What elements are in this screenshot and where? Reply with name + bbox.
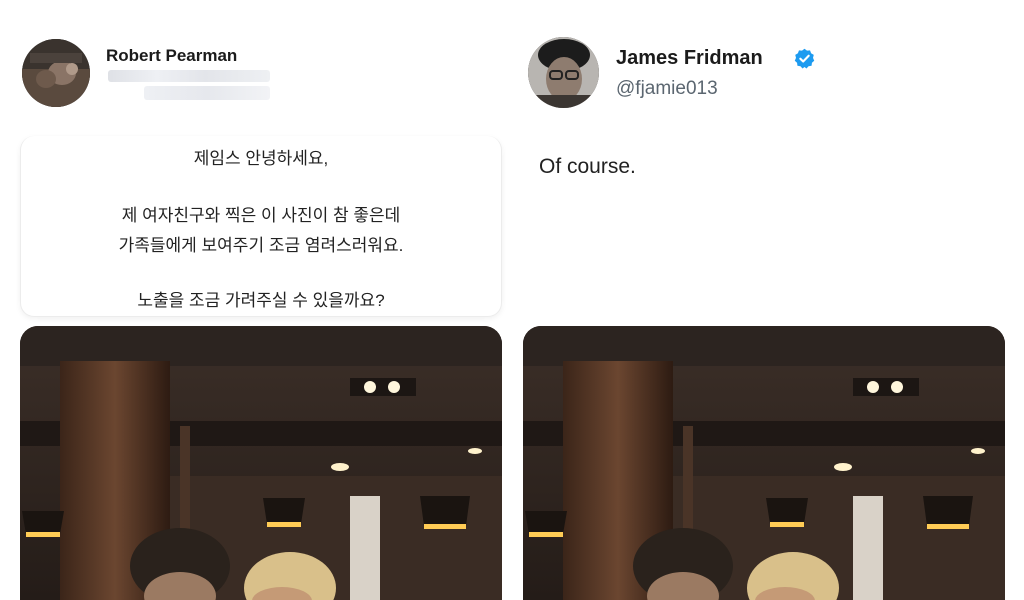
restaurant-photo <box>20 326 502 600</box>
robert-avatar[interactable] <box>22 39 90 107</box>
attached-photo[interactable] <box>20 326 502 600</box>
reply-text: Of course. <box>539 155 636 178</box>
verified-badge-icon <box>794 48 815 69</box>
message-line-4: 노출을 조금 가려주실 수 있을까요? <box>137 291 385 310</box>
author-name[interactable]: Robert Pearman <box>106 46 237 66</box>
message-line-3: 가족들에게 보여주기 조금 염려스러워요. <box>118 236 404 255</box>
right-tweet: James Fridman @fjamie013 Of course. <box>512 0 1024 600</box>
obscured-handle-extra <box>144 86 270 100</box>
left-tweet: Robert Pearman 제임스 안녕하세요, 제 여자친구와 찍은 이 사… <box>0 0 512 600</box>
message-line-2: 제 여자친구와 찍은 이 사진이 참 좋은데 <box>121 206 401 225</box>
restaurant-photo <box>523 326 1005 600</box>
james-avatar[interactable] <box>528 37 599 108</box>
author-name[interactable]: James Fridman <box>616 47 763 70</box>
message-card: 제임스 안녕하세요, 제 여자친구와 찍은 이 사진이 참 좋은데 가족들에게 … <box>20 136 502 317</box>
author-handle[interactable]: @fjamie013 <box>616 78 718 100</box>
message-line-1: 제임스 안녕하세요, <box>193 149 329 168</box>
avatar-image <box>528 37 599 108</box>
obscured-handle <box>108 70 270 82</box>
avatar-image <box>22 39 90 107</box>
attached-photo[interactable] <box>523 326 1005 600</box>
